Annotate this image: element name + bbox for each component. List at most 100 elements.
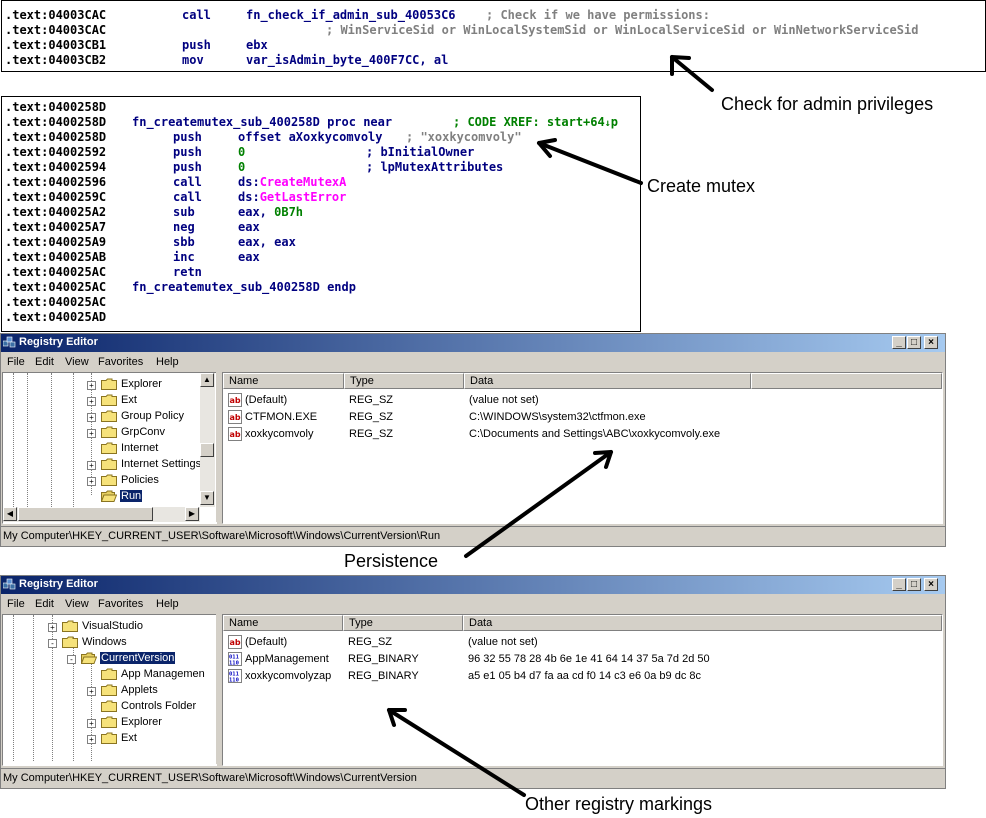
menu-favorites[interactable]: Favorites: [98, 598, 143, 610]
column-header-name[interactable]: Name: [223, 373, 344, 389]
menu-favorites[interactable]: Favorites: [98, 356, 143, 368]
menu-help[interactable]: Help: [156, 598, 179, 610]
tree-item-ext[interactable]: + Ext: [3, 731, 216, 747]
tree-vertical-scrollbar[interactable]: ▲ ▼: [200, 373, 215, 507]
value-row[interactable]: ab (Default) REG_SZ (value not set): [223, 634, 942, 651]
code-mnemonic: call: [173, 190, 202, 204]
tree-item-label: Ext: [121, 732, 137, 744]
registry-editor-icon: [3, 336, 16, 348]
menu-file[interactable]: File: [7, 356, 25, 368]
api-name: GetLastError: [259, 190, 347, 204]
tree-item-policies[interactable]: + Policies: [3, 473, 201, 489]
menu-file[interactable]: File: [7, 598, 25, 610]
tree-item-group-policy[interactable]: + Group Policy: [3, 409, 201, 425]
menu-edit[interactable]: Edit: [35, 356, 54, 368]
registry-editor-window-currentversion[interactable]: Registry Editor _ □ × File Edit View Fav…: [0, 575, 946, 789]
expand-icon[interactable]: +: [87, 687, 96, 696]
code-mnemonic: sbb: [173, 235, 195, 249]
tree-item-windows[interactable]: - Windows: [3, 635, 216, 651]
scroll-up-button[interactable]: ▲: [200, 373, 214, 387]
tree-item-ext[interactable]: + Ext: [3, 393, 201, 409]
expand-icon[interactable]: +: [87, 477, 96, 486]
scroll-thumb[interactable]: [18, 507, 153, 521]
code-operand: eax: [238, 220, 260, 234]
collapse-icon[interactable]: -: [48, 639, 57, 648]
title-bar[interactable]: Registry Editor _ □ ×: [1, 576, 945, 594]
code-string-comment: ; "xoxkycomvoly": [406, 130, 522, 144]
value-name: (Default): [245, 394, 288, 406]
pane-splitter[interactable]: [216, 614, 221, 764]
value-data: 96 32 55 78 28 4b 6e 1e 41 64 14 37 5a 7…: [468, 653, 710, 665]
tree-item-internet-settings[interactable]: + Internet Settings: [3, 457, 201, 473]
code-immediate: 0B7h: [274, 205, 304, 219]
menu-view[interactable]: View: [65, 356, 89, 368]
value-type: REG_SZ: [349, 394, 394, 406]
tree-item-grpconv[interactable]: + GrpConv: [3, 425, 201, 441]
key-tree-pane[interactable]: + Explorer + Ext + Group Policy + GrpCon…: [2, 372, 217, 524]
scroll-right-button[interactable]: ▶: [185, 507, 199, 521]
folder-icon: [101, 684, 117, 696]
code-comment: ; Check if we have permissions:: [486, 8, 710, 22]
menu-edit[interactable]: Edit: [35, 598, 54, 610]
menu-help[interactable]: Help: [156, 356, 179, 368]
tree-item-explorer[interactable]: + Explorer: [3, 715, 216, 731]
column-header-type[interactable]: Type: [344, 373, 464, 389]
key-tree-pane[interactable]: + VisualStudio - Windows - CurrentVersio…: [2, 614, 217, 766]
expand-icon[interactable]: +: [87, 381, 96, 390]
expand-icon[interactable]: +: [87, 461, 96, 470]
values-list-pane[interactable]: Name Type Data ab (Default) REG_SZ (valu…: [222, 614, 943, 766]
tree-item-applets[interactable]: + Applets: [3, 683, 216, 699]
pane-splitter[interactable]: [216, 372, 221, 522]
value-row[interactable]: ab CTFMON.EXE REG_SZ C:\WINDOWS\system32…: [223, 409, 942, 426]
status-bar: My Computer\HKEY_CURRENT_USER\Software\M…: [1, 768, 945, 788]
column-header-name[interactable]: Name: [223, 615, 343, 631]
code-mnemonic: push: [173, 160, 202, 174]
registry-editor-window-run[interactable]: Registry Editor _ □ × File Edit View Fav…: [0, 333, 946, 547]
values-list-pane[interactable]: Name Type Data ab (Default) REG_SZ (valu…: [222, 372, 943, 524]
tree-item-app-management[interactable]: App Managemen: [3, 667, 216, 683]
expand-icon[interactable]: +: [87, 413, 96, 422]
tree-item-controls-folder[interactable]: Controls Folder: [3, 699, 216, 715]
expand-icon[interactable]: +: [87, 719, 96, 728]
column-header-data[interactable]: Data: [463, 615, 942, 631]
maximize-button[interactable]: □: [907, 578, 921, 591]
svg-text:ab: ab: [230, 430, 241, 439]
code-mnemonic: push: [173, 145, 202, 159]
maximize-button[interactable]: □: [907, 336, 921, 349]
column-header-type[interactable]: Type: [343, 615, 463, 631]
tree-item-visualstudio[interactable]: + VisualStudio: [3, 619, 216, 635]
tree-item-label: Group Policy: [121, 410, 184, 422]
expand-icon[interactable]: +: [87, 735, 96, 744]
folder-icon: [101, 474, 117, 486]
value-name: CTFMON.EXE: [245, 411, 318, 423]
expand-icon[interactable]: +: [87, 397, 96, 406]
tree-horizontal-scrollbar[interactable]: ◀ ▶: [3, 507, 200, 522]
scroll-left-button[interactable]: ◀: [3, 507, 17, 521]
code-address: .text:04003CB1: [5, 38, 107, 52]
svg-text:110: 110: [229, 661, 239, 667]
collapse-icon[interactable]: -: [67, 655, 76, 664]
value-row[interactable]: 011 110 AppManagement REG_BINARY 96 32 55…: [223, 651, 942, 668]
close-button[interactable]: ×: [924, 336, 938, 349]
code-operand: ebx: [246, 38, 268, 52]
scroll-thumb[interactable]: [200, 443, 214, 457]
tree-item-explorer[interactable]: + Explorer: [3, 377, 201, 393]
close-button[interactable]: ×: [924, 578, 938, 591]
expand-icon[interactable]: +: [87, 429, 96, 438]
column-header-data[interactable]: Data: [464, 373, 751, 389]
code-address: .text:040025AB: [5, 250, 107, 264]
value-row[interactable]: 011 110 xoxkycomvolyzap REG_BINARY a5 e1 …: [223, 668, 942, 685]
expand-icon[interactable]: +: [48, 623, 57, 632]
scroll-down-button[interactable]: ▼: [200, 491, 214, 505]
tree-item-internet[interactable]: Internet: [3, 441, 201, 457]
tree-item-run[interactable]: Run: [3, 489, 201, 505]
menu-view[interactable]: View: [65, 598, 89, 610]
tree-item-currentversion[interactable]: - CurrentVersion: [3, 651, 216, 667]
minimize-button[interactable]: _: [892, 336, 906, 349]
minimize-button[interactable]: _: [892, 578, 906, 591]
code-address: .text:040025AC: [5, 280, 107, 294]
window-title: Registry Editor: [19, 336, 98, 348]
value-row[interactable]: ab (Default) REG_SZ (value not set): [223, 392, 942, 409]
value-row[interactable]: ab xoxkycomvoly REG_SZ C:\Documents and …: [223, 426, 942, 443]
title-bar[interactable]: Registry Editor _ □ ×: [1, 334, 945, 352]
